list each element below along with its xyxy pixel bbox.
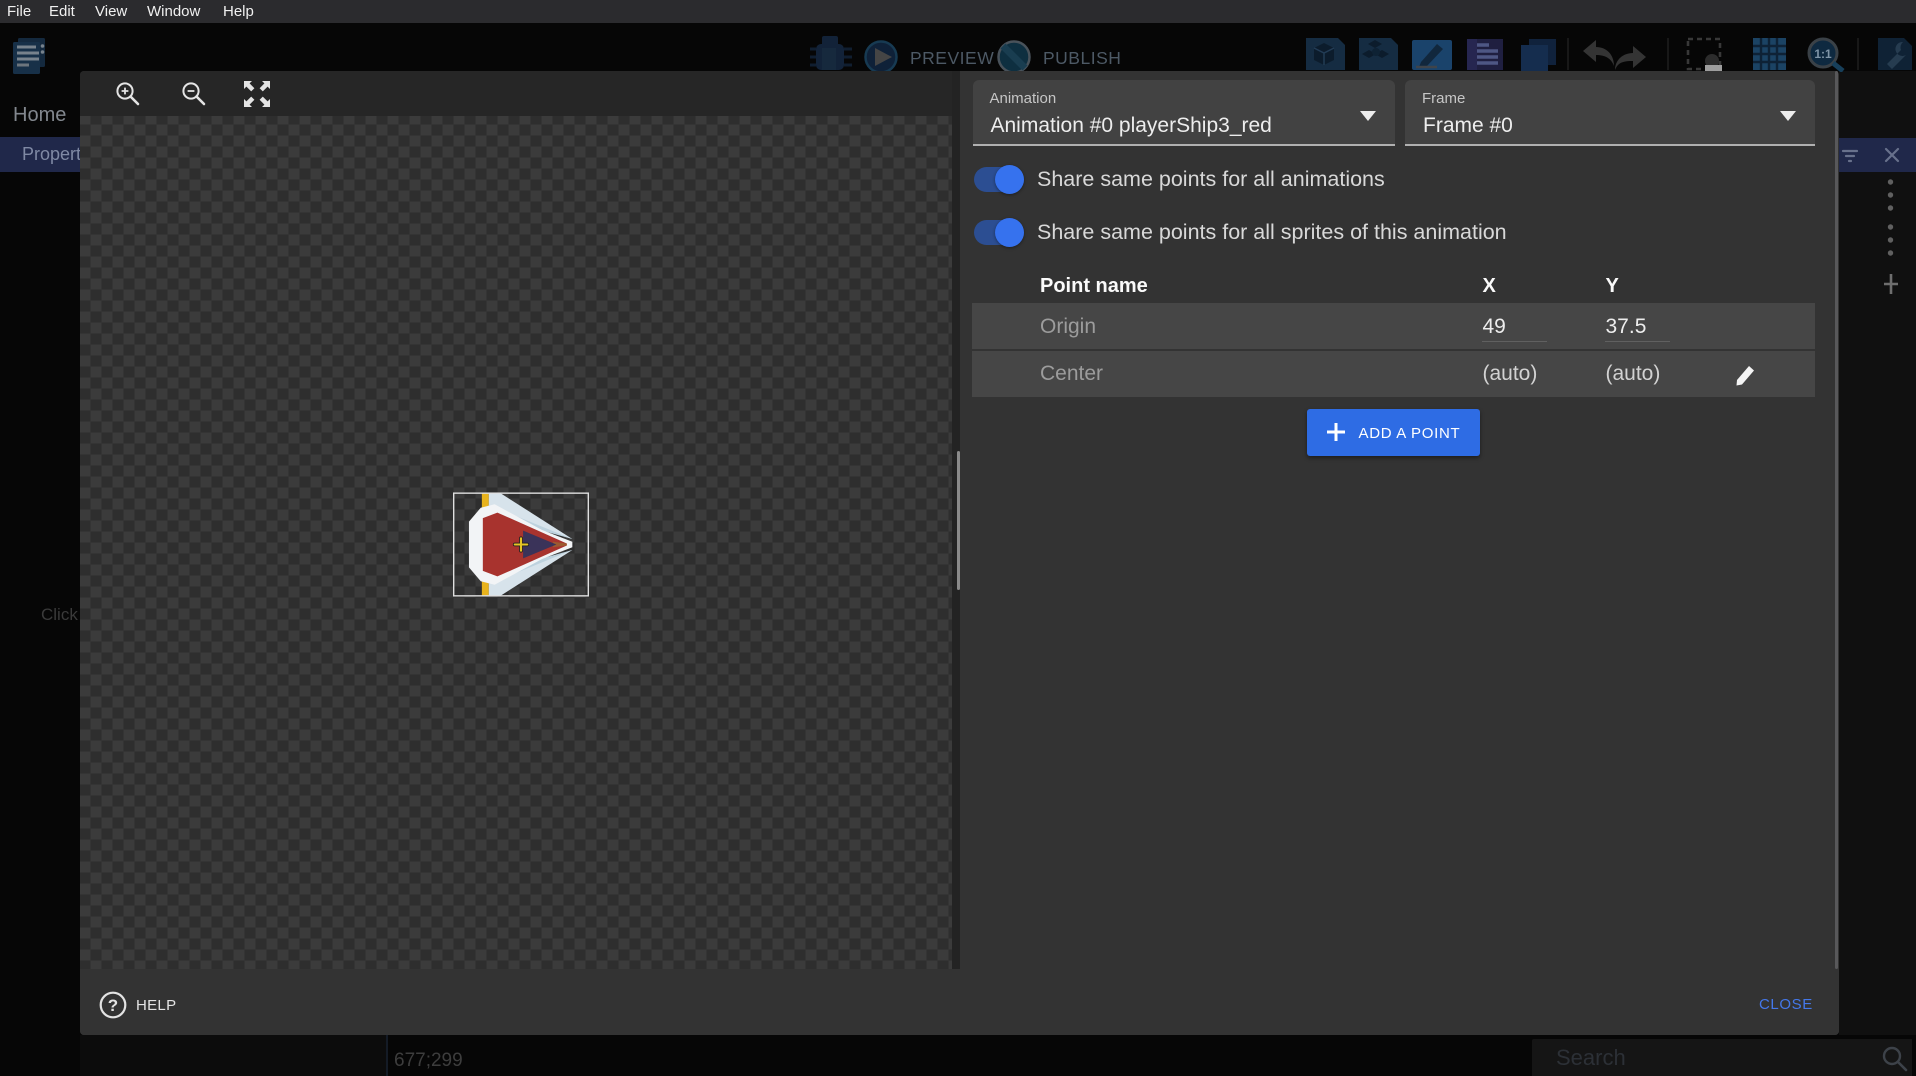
svg-text:?: ?	[108, 996, 118, 1015]
svg-text:PUBLISH: PUBLISH	[1043, 48, 1120, 68]
svg-text:1:1: 1:1	[1814, 47, 1832, 61]
svg-text:PREVIEW: PREVIEW	[910, 48, 994, 68]
